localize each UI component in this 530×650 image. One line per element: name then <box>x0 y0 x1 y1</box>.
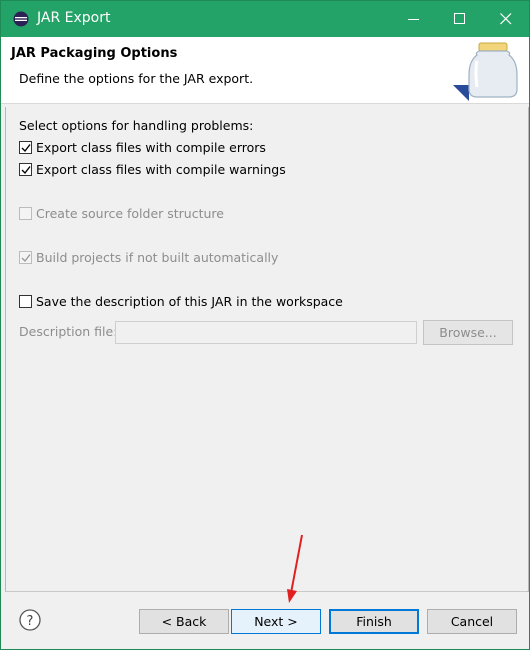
maximize-icon <box>454 13 465 24</box>
browse-button: Browse... <box>423 320 513 345</box>
description-file-input <box>115 321 417 344</box>
page-title: JAR Packaging Options <box>11 46 178 61</box>
build-projects-label: Build projects if not built automaticall… <box>36 249 279 265</box>
help-icon[interactable]: ? <box>19 609 41 631</box>
finish-button[interactable]: Finish <box>329 609 419 634</box>
close-icon <box>500 13 512 25</box>
build-projects-checkbox <box>19 250 32 264</box>
footer-separator <box>5 591 527 592</box>
minimize-icon <box>408 19 419 20</box>
create-source-folder-checkbox <box>19 206 32 220</box>
export-errors-checkbox[interactable] <box>19 140 32 154</box>
cancel-button[interactable]: Cancel <box>427 609 517 634</box>
export-errors-label: Export class files with compile errors <box>36 139 266 155</box>
minimize-button[interactable] <box>391 1 437 37</box>
back-button[interactable]: < Back <box>139 609 229 634</box>
checkmark-icon <box>21 143 31 152</box>
export-warnings-checkbox[interactable] <box>19 162 32 176</box>
page-description: Define the options for the JAR export. <box>19 71 254 86</box>
wizard-header: JAR Packaging Options Define the options… <box>1 37 529 104</box>
export-warnings-label: Export class files with compile warnings <box>36 161 286 177</box>
window-title: JAR Export <box>37 10 111 26</box>
next-button[interactable]: Next > <box>231 609 321 634</box>
checkmark-icon <box>21 165 31 174</box>
jar-export-dialog: JAR Export JAR Packaging Options Define … <box>0 0 530 650</box>
svg-text:?: ? <box>27 614 34 629</box>
create-source-folder-label: Create source folder structure <box>36 205 224 221</box>
create-source-folder-checkbox-row: Create source folder structure <box>19 204 224 222</box>
title-bar[interactable]: JAR Export <box>1 1 529 37</box>
annotation-arrow <box>287 534 303 603</box>
eclipse-icon <box>13 11 29 27</box>
options-panel <box>5 107 529 592</box>
save-description-checkbox[interactable] <box>19 294 32 308</box>
maximize-button[interactable] <box>437 1 483 37</box>
checkmark-icon <box>21 253 31 262</box>
save-description-label: Save the description of this JAR in the … <box>36 293 343 309</box>
problems-section-label: Select options for handling problems: <box>19 118 254 133</box>
jar-banner-icon <box>453 42 518 101</box>
close-button[interactable] <box>483 1 529 37</box>
export-warnings-checkbox-row[interactable]: Export class files with compile warnings <box>19 160 286 178</box>
export-errors-checkbox-row[interactable]: Export class files with compile errors <box>19 138 266 156</box>
description-file-label: Description file: <box>19 324 118 339</box>
build-projects-checkbox-row: Build projects if not built automaticall… <box>19 248 278 266</box>
save-description-checkbox-row[interactable]: Save the description of this JAR in the … <box>19 292 343 310</box>
